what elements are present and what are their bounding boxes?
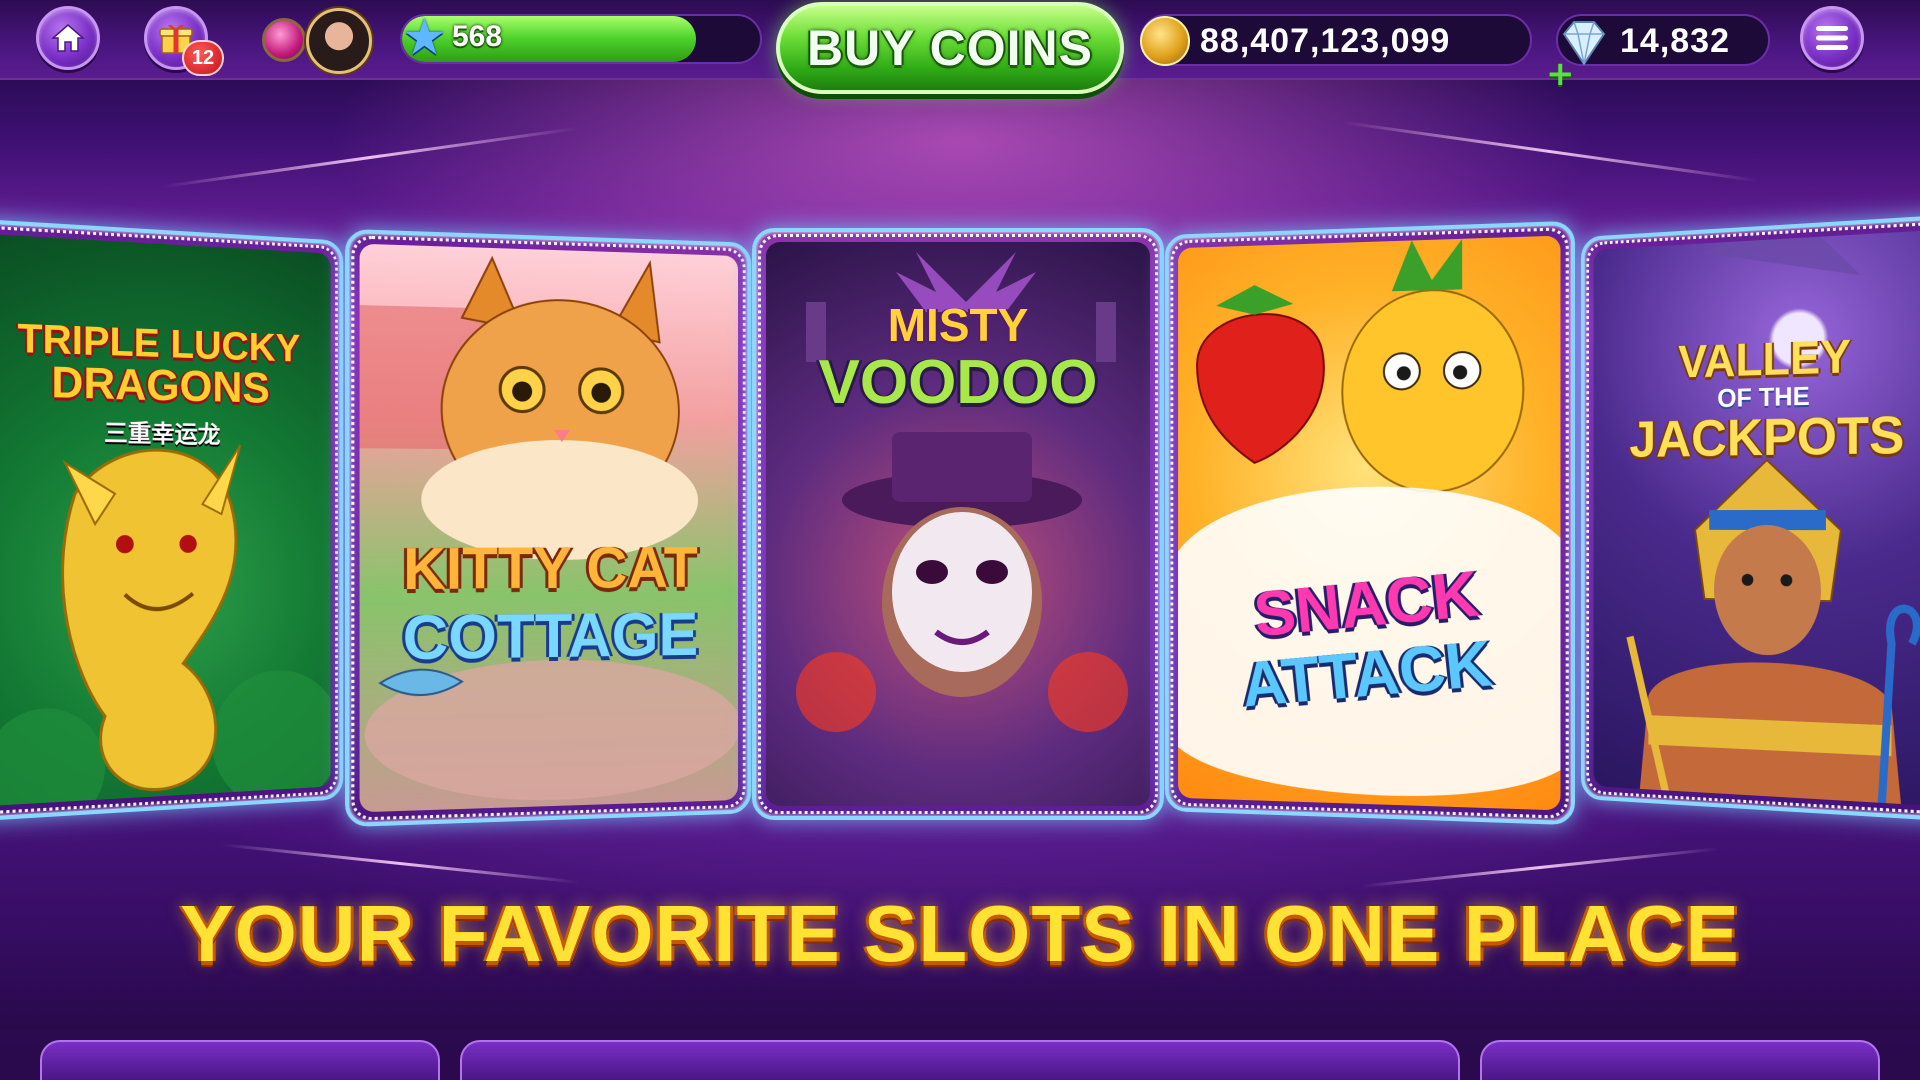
- menu-button[interactable]: [1800, 6, 1864, 70]
- game-card-triple-lucky-dragons[interactable]: TRIPLE LUCKY DRAGONS 三重幸运龙: [0, 218, 344, 822]
- vip-gem-icon: [262, 18, 306, 62]
- star-icon: ★: [402, 8, 447, 66]
- game-title-line1: MISTY: [887, 299, 1029, 351]
- coin-balance-value: 88,407,123,099: [1200, 22, 1451, 60]
- cat-art: [359, 244, 739, 806]
- light-streak: [161, 126, 579, 189]
- game-title-line2: COTTAGE: [402, 600, 699, 674]
- game-card-art: TRIPLE LUCKY DRAGONS 三重幸运龙: [0, 233, 331, 807]
- game-title: SNACK ATTACK: [1178, 557, 1560, 721]
- pharaoh-art: [1594, 229, 1920, 807]
- gem-balance-value: 14,832: [1620, 22, 1730, 60]
- fruit-characters-art: [1178, 238, 1561, 802]
- game-title-line2: JACKPOTS: [1629, 405, 1905, 469]
- buy-coins-button[interactable]: BUY COINS: [776, 2, 1124, 94]
- game-title: MISTY VOODOO: [766, 302, 1150, 414]
- light-streak: [1341, 120, 1759, 183]
- light-streak: [1360, 847, 1720, 888]
- game-card-art: MISTY VOODOO: [766, 242, 1150, 806]
- game-title: KITTY CAT COTTAGE: [360, 535, 738, 674]
- bottom-tab[interactable]: [460, 1040, 1460, 1080]
- coin-icon: [1140, 16, 1190, 66]
- hamburger-menu-icon: [1816, 26, 1848, 50]
- profile-area[interactable]: [262, 8, 392, 74]
- bottom-tab[interactable]: [40, 1040, 440, 1080]
- game-title: TRIPLE LUCKY DRAGONS: [0, 316, 331, 412]
- add-gems-plus-icon[interactable]: +: [1546, 54, 1575, 94]
- game-card-kitty-cat-cottage[interactable]: KITTY CAT COTTAGE: [345, 228, 752, 828]
- game-card-art: KITTY CAT COTTAGE: [359, 243, 739, 813]
- game-card-valley-of-the-jackpots[interactable]: VALLEY OF THE JACKPOTS: [1580, 214, 1920, 822]
- gift-count-badge: 12: [182, 40, 224, 76]
- light-streak: [220, 843, 580, 884]
- game-title: VALLEY OF THE JACKPOTS: [1594, 329, 1920, 469]
- home-icon: [51, 24, 85, 52]
- bottom-tab[interactable]: [1480, 1040, 1880, 1080]
- game-title-line1: KITTY CAT: [403, 535, 698, 603]
- game-card-snack-attack[interactable]: SNACK ATTACK: [1164, 220, 1576, 826]
- game-card-misty-voodoo[interactable]: MISTY VOODOO: [752, 228, 1164, 820]
- player-level: 568: [452, 20, 503, 53]
- buy-coins-label: BUY COINS: [807, 20, 1093, 76]
- home-button[interactable]: [36, 6, 100, 70]
- promo-tagline: YOUR FAVORITE SLOTS IN ONE PLACE: [180, 889, 1740, 978]
- game-card-art: VALLEY OF THE JACKPOTS: [1593, 229, 1920, 807]
- game-card-art: SNACK ATTACK: [1178, 235, 1561, 811]
- game-title-line2: VOODOO: [818, 348, 1098, 417]
- avatar[interactable]: [306, 8, 372, 74]
